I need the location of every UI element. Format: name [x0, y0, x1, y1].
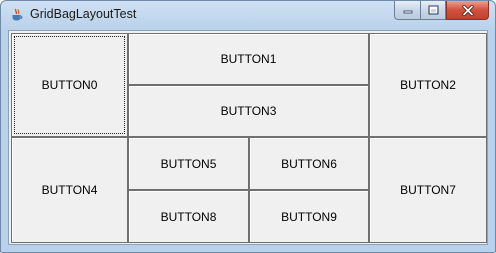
content-pane: BUTTON0 BUTTON1 BUTTON2 BUTTON3 BUTTON4 … [8, 30, 488, 245]
button-5[interactable]: BUTTON5 [128, 137, 249, 190]
minimize-button[interactable] [394, 1, 420, 20]
button-4[interactable]: BUTTON4 [11, 137, 128, 243]
button-0[interactable]: BUTTON0 [11, 33, 128, 137]
java-coffee-cup-icon [12, 8, 23, 21]
window-title: GridBagLayoutTest [30, 7, 137, 21]
app-window: GridBagLayoutTest BUTTON0 BUTTON1 BUTTON… [0, 0, 496, 253]
button-7[interactable]: BUTTON7 [369, 137, 487, 243]
button-1[interactable]: BUTTON1 [128, 33, 369, 85]
maximize-icon [428, 5, 438, 15]
title-bar[interactable]: GridBagLayoutTest [1, 1, 495, 29]
button-8[interactable]: BUTTON8 [128, 190, 249, 243]
maximize-button[interactable] [420, 1, 446, 20]
caption-buttons [394, 1, 489, 21]
button-9[interactable]: BUTTON9 [249, 190, 369, 243]
button-3[interactable]: BUTTON3 [128, 85, 369, 137]
minimize-icon [403, 10, 412, 14]
close-button[interactable] [446, 1, 489, 20]
button-6[interactable]: BUTTON6 [249, 137, 369, 190]
button-2[interactable]: BUTTON2 [369, 33, 487, 137]
close-icon [461, 4, 474, 16]
